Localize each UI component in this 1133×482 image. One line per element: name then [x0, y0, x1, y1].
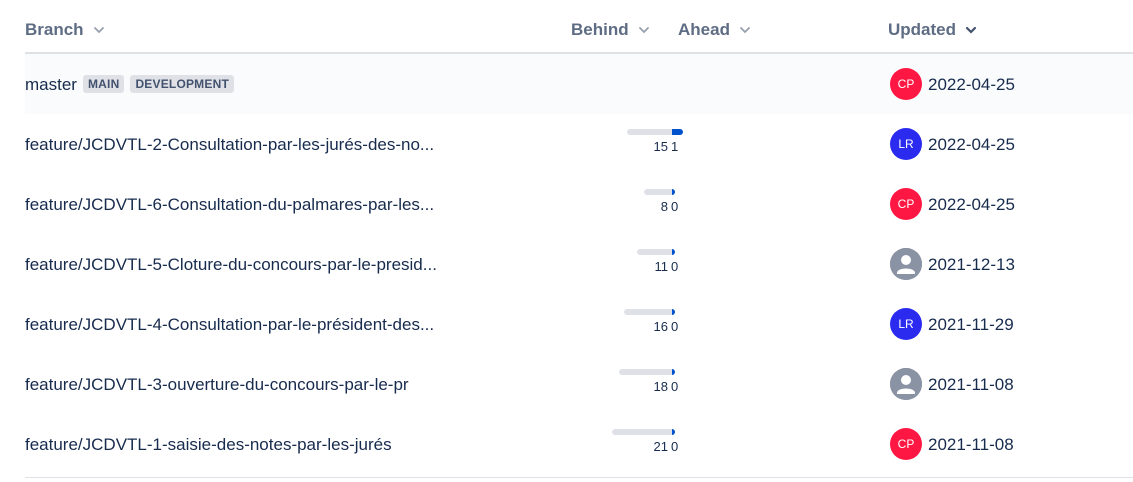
- avatar[interactable]: LR: [890, 128, 922, 160]
- updated-date: 2022-04-25: [928, 75, 1015, 94]
- table-bottom-divider: [25, 477, 1133, 478]
- column-header-branch-label: Branch: [25, 20, 84, 39]
- avatar[interactable]: LR: [890, 308, 922, 340]
- avatar-initials: LR: [898, 317, 914, 331]
- column-header-behind[interactable]: Behind: [571, 20, 651, 40]
- table-header: Branch Behind Ahead Updated: [25, 0, 1133, 54]
- column-header-ahead[interactable]: Ahead: [678, 20, 752, 40]
- branch-lozenge: DEVELOPMENT: [130, 75, 234, 93]
- updated-date: 2021-11-08: [928, 375, 1014, 394]
- branch-name-link[interactable]: master MAIN DEVELOPMENT: [25, 75, 234, 95]
- updated-date: 2021-11-08: [928, 435, 1014, 454]
- avatar[interactable]: CP: [890, 188, 922, 220]
- avatar[interactable]: CP: [890, 428, 922, 460]
- avatar[interactable]: CP: [890, 68, 922, 100]
- table-row[interactable]: feature/JCDVTL-1-saisie-des-notes-par-le…: [25, 414, 1133, 474]
- column-header-updated-label: Updated: [888, 20, 956, 39]
- behind-count: 18: [653, 379, 668, 394]
- avatar-initials: LR: [898, 137, 914, 151]
- updated-date: 2021-12-13: [928, 255, 1015, 274]
- chevron-down-icon: [638, 27, 649, 34]
- behind-bar: [612, 429, 672, 435]
- ahead-bar: [672, 369, 675, 375]
- ahead-count: 0: [671, 379, 679, 394]
- column-header-ahead-label: Ahead: [678, 20, 730, 39]
- ahead-bar: [672, 249, 675, 255]
- column-header-behind-label: Behind: [571, 20, 629, 39]
- behind-bar: [637, 249, 672, 255]
- behind-count: 11: [654, 259, 669, 274]
- chevron-down-icon: [965, 26, 977, 34]
- table-row[interactable]: feature/JCDVTL-3-ouverture-du-concours-p…: [25, 354, 1133, 414]
- behind-bar: [624, 309, 672, 315]
- behind-count: 15: [653, 139, 668, 154]
- ahead-bar: [672, 309, 675, 315]
- ahead-count: 0: [671, 259, 679, 274]
- default-avatar-icon[interactable]: [890, 368, 922, 400]
- behind-bar: [644, 189, 672, 195]
- ahead-bar: [672, 129, 683, 135]
- behind-count: 16: [653, 319, 668, 334]
- avatar-initials: CP: [897, 77, 915, 91]
- column-header-updated[interactable]: Updated: [888, 20, 978, 40]
- table-row[interactable]: master MAIN DEVELOPMENT CP 2022-04-25: [25, 54, 1133, 114]
- behind-count: 21: [653, 439, 668, 454]
- behind-count: 8: [660, 199, 668, 214]
- chevron-down-icon: [93, 27, 104, 34]
- avatar-initials: CP: [897, 437, 915, 451]
- branches-table: Branch Behind Ahead Updated master MAIN DE…: [25, 0, 1133, 478]
- ahead-count: 1: [671, 139, 679, 154]
- chevron-down-icon: [740, 27, 750, 34]
- table-row[interactable]: feature/JCDVTL-6-Consultation-du-palmare…: [25, 174, 1133, 234]
- ahead-count: 0: [671, 199, 679, 214]
- ahead-bar: [672, 189, 675, 195]
- table-row[interactable]: feature/JCDVTL-2-Consultation-par-les-ju…: [25, 114, 1133, 174]
- ahead-bar: [672, 429, 675, 435]
- column-header-branch[interactable]: Branch: [25, 20, 106, 40]
- table-row[interactable]: feature/JCDVTL-5-Cloture-du-concours-par…: [25, 234, 1133, 294]
- ahead-count: 0: [671, 319, 679, 334]
- branch-lozenge: MAIN: [82, 75, 125, 93]
- avatar-initials: CP: [897, 197, 915, 211]
- branch-name-text: master: [25, 75, 77, 94]
- table-body: master MAIN DEVELOPMENT CP 2022-04-25 feature…: [25, 54, 1133, 474]
- default-avatar-icon[interactable]: [890, 248, 922, 280]
- ahead-count: 0: [671, 439, 679, 454]
- updated-date: 2022-04-25: [928, 135, 1015, 154]
- behind-bar: [627, 129, 672, 135]
- updated-date: 2022-04-25: [928, 195, 1015, 214]
- updated-date: 2021-11-29: [928, 315, 1014, 334]
- behind-bar: [619, 369, 672, 375]
- table-row[interactable]: feature/JCDVTL-4-Consultation-par-le-pré…: [25, 294, 1133, 354]
